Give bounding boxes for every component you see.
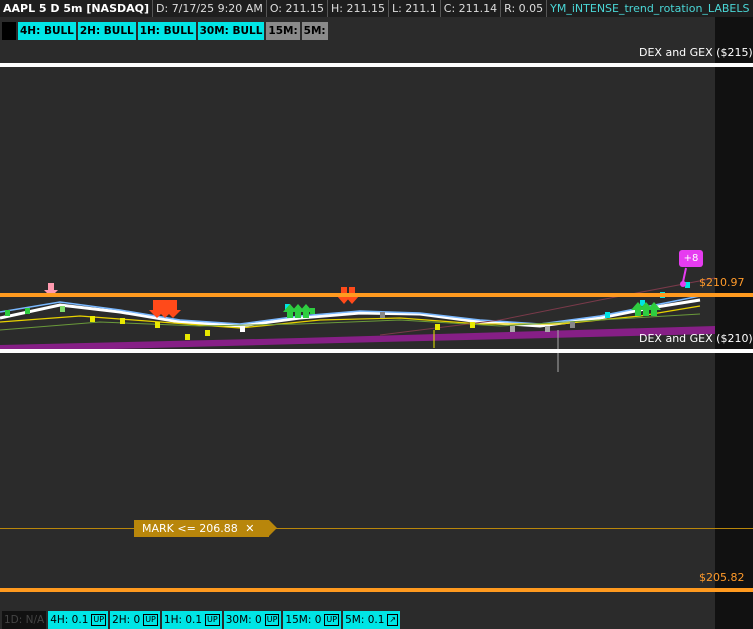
mark-line [0, 528, 753, 529]
chart-window: AAPL 5 D 5m [NASDAQ] D: 7/17/25 9:20 AM O:… [0, 0, 753, 629]
mark-order-label[interactable]: MARK <= 206.88 ✕ [134, 520, 277, 537]
trend-label-blank [2, 22, 16, 40]
trend-labels: 4H: BULL 2H: BULL 1H: BULL 30M: BULL 15M: 5M: [2, 22, 328, 40]
candle [570, 322, 575, 328]
candle [185, 334, 190, 340]
upper-price-label: $210.97 [699, 276, 745, 289]
up-icon: UP [143, 614, 158, 626]
bottom-label: 2H: 0 UP [110, 611, 160, 629]
candle [435, 324, 440, 330]
candle [510, 326, 515, 332]
candle [155, 322, 160, 328]
lower-orange-line [0, 588, 753, 592]
bottom-label: 5M: 0.1 ↗ [343, 611, 401, 629]
dex-gex-215-label: DEX and GEX ($215) [639, 46, 753, 59]
trend-label: 1H: BULL [137, 22, 196, 40]
candle [90, 316, 95, 322]
up-icon: UP [91, 614, 107, 626]
upper-orange-line [0, 293, 753, 297]
trend-label: 4H: BULL [18, 22, 76, 40]
candle [545, 326, 550, 332]
low-label: L: 211.1 [389, 0, 441, 17]
date-label: D: 7/17/25 9:20 AM [153, 0, 267, 17]
range-label: R: 0.05 [501, 0, 548, 17]
close-label: C: 211.14 [441, 0, 502, 17]
candle [120, 318, 125, 324]
price-chart[interactable] [0, 0, 753, 629]
bottom-label-text: 2H: 0 [112, 614, 141, 626]
up-icon: UP [264, 614, 280, 626]
candle [605, 312, 610, 318]
bubble-pointer [682, 267, 687, 283]
candle [240, 326, 245, 332]
up-icon: UP [205, 614, 220, 626]
bottom-label-text: 4H: 0.1 [50, 614, 89, 626]
bottom-labels: 1D: N/A 4H: 0.1 UP 2H: 0 UP 1H: 0.1 UP 30M: 0U… [2, 611, 401, 629]
trend-label: 15M: [266, 22, 300, 40]
up-icon: UP [324, 614, 340, 626]
lower-price-label: $205.82 [699, 571, 745, 584]
price-axis[interactable] [715, 17, 753, 629]
mark-order-text: MARK <= 206.88 [142, 522, 238, 535]
high-label: H: 211.15 [328, 0, 389, 17]
open-label: O: 211.15 [267, 0, 328, 17]
close-icon[interactable]: ✕ [245, 522, 254, 535]
dex-gex-215-line [0, 63, 753, 67]
bottom-label-text: 5M: 0.1 [345, 614, 385, 626]
bottom-label: 15M: 0 UP [283, 611, 342, 629]
trend-label: 30M: BULL [197, 22, 265, 40]
bottom-label: 1H: 0.1 UP [161, 611, 222, 629]
dex-gex-210-line [0, 349, 753, 353]
bottom-label-text: 15M: 0 [285, 614, 322, 626]
bottom-label: 30M: 0 UP [223, 611, 282, 629]
candle [5, 310, 10, 316]
candle [25, 308, 30, 314]
bubble-dot [680, 281, 686, 287]
bottom-label: 4H: 0.1 UP [48, 611, 109, 629]
chart-header: AAPL 5 D 5m [NASDAQ] D: 7/17/25 9:20 AM O:… [0, 0, 753, 17]
candle [380, 312, 385, 318]
trend-chart-icon: ↗ [387, 614, 399, 626]
candle [60, 306, 65, 312]
candle [205, 330, 210, 336]
bottom-label-text: 1H: 0.1 [163, 614, 203, 626]
symbol-label[interactable]: AAPL 5 D 5m [NASDAQ] [0, 0, 154, 17]
study-label[interactable]: YM_iNTENSE_trend_rotation_LABELS (3, 10,… [547, 0, 753, 17]
trend-label: 2H: BULL [77, 22, 136, 40]
dex-gex-210-label: DEX and GEX ($210) [639, 332, 753, 345]
bottom-label-1d: 1D: N/A [2, 611, 47, 629]
bottom-label-text: 30M: 0 [225, 614, 262, 626]
trend-label: 5M: [301, 22, 328, 40]
candle [470, 322, 475, 328]
count-bubble[interactable]: +8 [679, 250, 703, 267]
